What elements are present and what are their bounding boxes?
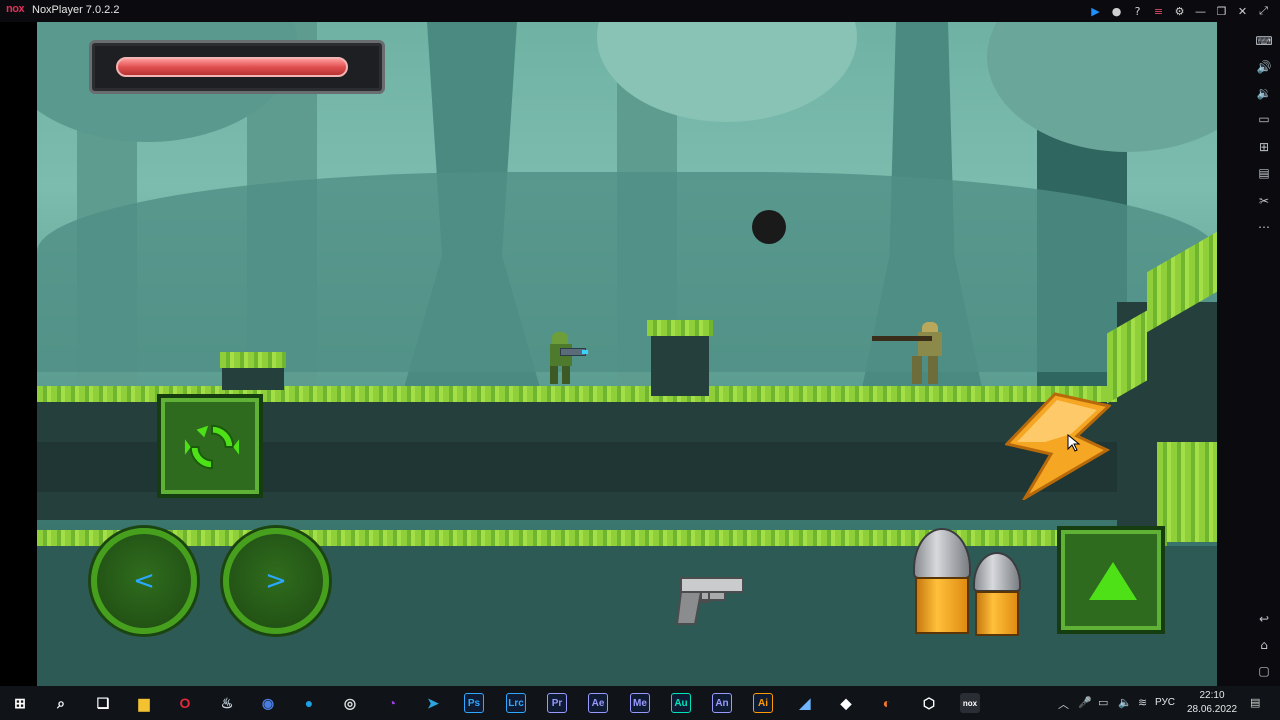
minimize-icon[interactable]: — — [1190, 2, 1211, 20]
clock[interactable]: 22:10 28.06.2022 — [1184, 689, 1240, 717]
grass-block — [220, 352, 286, 368]
blender-icon[interactable]: ◐ — [877, 693, 897, 713]
gear-app-icon[interactable]: ⬡ — [919, 693, 939, 713]
clock-time: 22:10 — [1199, 690, 1225, 701]
notifications-icon[interactable]: ▤ — [1250, 696, 1260, 709]
health-bar-fill — [116, 57, 348, 77]
help-icon[interactable]: ? — [1127, 2, 1148, 20]
clock-date: 28.06.2022 — [1186, 704, 1238, 715]
multi-instance-icon[interactable]: ▤ — [1255, 164, 1273, 182]
mic-tray-icon[interactable]: 🎤 — [1078, 696, 1092, 709]
chevron-up-icon[interactable]: ︿ — [1058, 696, 1069, 712]
move-left-button[interactable]: < — [91, 528, 197, 634]
window-title: NoxPlayer 7.0.2.2 — [32, 4, 120, 16]
language-indicator[interactable]: РУС — [1155, 697, 1175, 708]
animate-icon[interactable]: An — [712, 693, 732, 713]
illustrator-icon[interactable]: Ai — [753, 693, 773, 713]
move-right-button[interactable]: > — [223, 528, 329, 634]
bomb-projectile — [752, 210, 786, 244]
task-view-icon[interactable]: ❏ — [93, 693, 113, 713]
bullet-icon — [913, 528, 971, 634]
speaker-icon[interactable]: 🔈 — [1118, 696, 1132, 709]
steam-icon[interactable]: ♨ — [217, 693, 237, 713]
media-encoder-icon[interactable]: Me — [630, 693, 650, 713]
windows-taskbar: ⊞ ⌕ ❏ ▆ O ♨ ◉ ● ◎ ◔ ➤ Ps Lrc Pr Ae Me Au An Ai ◢ ◆ ◐ ⬡ nox ︿ 🎤 … — [0, 686, 1280, 720]
apk-icon[interactable]: ⊞ — [1255, 138, 1273, 156]
settings-icon[interactable]: ⚙ — [1169, 2, 1190, 20]
volume-down-icon[interactable]: 🔉 — [1255, 84, 1273, 102]
game-viewport[interactable]: < > — [37, 22, 1217, 686]
battery-icon[interactable]: ▭ — [1098, 696, 1108, 709]
health-bar-frame — [89, 40, 385, 94]
unity-icon[interactable]: ◆ — [836, 693, 856, 713]
podcast-icon[interactable]: ◔ — [382, 693, 402, 713]
close-icon[interactable]: ✕ — [1232, 2, 1253, 20]
enemy-sniper — [872, 322, 952, 384]
bushes — [37, 172, 1217, 372]
nox-sidebar: ⌨ 🔊 🔉 ▭ ⊞ ▤ ✂ ⋯ ↩ ⌂ ▢ — [1217, 22, 1280, 686]
chrome-icon[interactable]: ◉ — [258, 693, 278, 713]
grass-block — [647, 320, 713, 336]
jump-button[interactable] — [1057, 526, 1165, 634]
volume-up-icon[interactable]: 🔊 — [1255, 58, 1273, 76]
nox-title-bar: nox NoxPlayer 7.0.2.2 ▶ ● ? ≡ ⚙ — ❐ ✕ ⤢ — [0, 0, 1280, 22]
search-icon[interactable]: ⌕ — [51, 693, 71, 713]
bullet-icon — [973, 552, 1021, 636]
canopy — [987, 22, 1217, 152]
play-icon[interactable]: ▶ — [1085, 2, 1106, 20]
nox-app-icon[interactable]: nox — [960, 693, 980, 713]
home-icon[interactable]: ⌂ — [1255, 636, 1273, 654]
nox-logo: nox — [6, 3, 25, 15]
browser-icon[interactable]: ● — [299, 693, 319, 713]
fire-button[interactable] — [913, 528, 1023, 638]
obs-icon[interactable]: ◎ — [340, 693, 360, 713]
lightning-icon[interactable] — [1005, 392, 1111, 500]
back-icon[interactable]: ↩ — [1255, 610, 1273, 628]
photoshop-icon[interactable]: Ps — [464, 693, 484, 713]
lightroom-icon[interactable]: Lrc — [506, 693, 526, 713]
left-margin — [0, 22, 37, 686]
telegram-icon[interactable]: ➤ — [423, 693, 443, 713]
scissors-icon[interactable]: ✂ — [1255, 192, 1273, 210]
capture-icon[interactable]: ◢ — [795, 693, 815, 713]
expand-icon[interactable]: ⤢ — [1253, 2, 1274, 20]
more-icon[interactable]: ⋯ — [1255, 218, 1273, 236]
wifi-icon[interactable]: ≋ — [1138, 696, 1147, 709]
player-soldier — [542, 332, 588, 384]
mic-icon[interactable]: ● — [1106, 2, 1127, 20]
lower-ground — [37, 546, 1217, 686]
keyboard-icon[interactable]: ⌨ — [1255, 32, 1273, 50]
ground-dirt — [222, 368, 284, 390]
ground-dirt — [651, 336, 709, 396]
start-icon[interactable]: ⊞ — [10, 693, 30, 713]
grass-wall — [1157, 442, 1217, 542]
menu-icon[interactable]: ≡ — [1148, 2, 1169, 20]
mouse-cursor-icon — [1067, 434, 1081, 452]
screen-icon[interactable]: ▭ — [1255, 110, 1273, 128]
jump-arrow-icon — [1089, 562, 1137, 600]
after-effects-icon[interactable]: Ae — [588, 693, 608, 713]
reload-button[interactable] — [157, 394, 263, 498]
restore-icon[interactable]: ❐ — [1211, 2, 1232, 20]
file-explorer-icon[interactable]: ▆ — [134, 693, 154, 713]
opera-icon[interactable]: O — [175, 693, 195, 713]
recent-apps-icon[interactable]: ▢ — [1255, 662, 1273, 680]
pistol-icon[interactable] — [667, 574, 747, 628]
reload-icon — [184, 424, 240, 470]
audition-icon[interactable]: Au — [671, 693, 691, 713]
premiere-icon[interactable]: Pr — [547, 693, 567, 713]
